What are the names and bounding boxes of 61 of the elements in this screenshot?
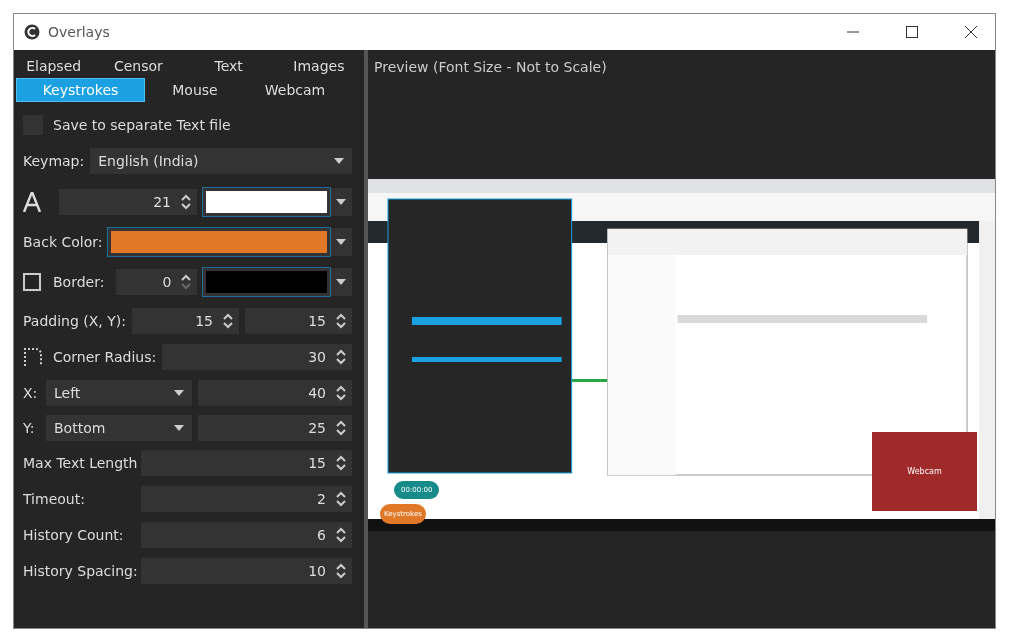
dropdown[interactable]: Bottom <box>46 415 192 441</box>
spinner-arrows-icon[interactable] <box>181 273 192 291</box>
spinner-arrows-icon[interactable] <box>336 526 346 544</box>
app-logo-icon <box>24 24 40 40</box>
number-spinner[interactable]: 21 <box>59 189 197 215</box>
field-label: Y: <box>23 420 36 436</box>
number-spinner[interactable]: 6 <box>141 522 352 548</box>
number-spinner[interactable]: 25 <box>198 415 352 441</box>
spinner-arrows-icon[interactable] <box>336 419 346 437</box>
close-icon[interactable] <box>965 26 977 38</box>
caret-icon <box>174 425 184 431</box>
tab[interactable]: Text <box>183 54 274 78</box>
tab[interactable]: Images <box>273 54 364 78</box>
number-spinner[interactable]: 2 <box>141 486 352 512</box>
font-size-icon <box>23 192 41 212</box>
tab[interactable]: Webcam <box>245 78 345 102</box>
field-label: Keymap: <box>23 153 85 169</box>
spinner-arrows-icon[interactable] <box>336 454 346 472</box>
number-spinner[interactable]: 40 <box>198 380 352 406</box>
spinner-arrows-icon[interactable] <box>336 384 346 402</box>
field-label: Max Text Length <box>23 455 135 471</box>
field-label: History Count: <box>23 527 125 543</box>
tab[interactable]: Elapsed <box>14 54 94 78</box>
field-label: Timeout: <box>23 491 86 507</box>
color-picker[interactable] <box>203 188 352 216</box>
webcam-box: Webcam <box>872 432 977 511</box>
spinner-arrows-icon[interactable] <box>181 193 191 211</box>
caret-icon <box>336 279 346 285</box>
caret-icon <box>174 390 184 396</box>
color-picker[interactable] <box>203 268 352 296</box>
number-spinner[interactable]: 10 <box>141 558 352 584</box>
number-spinner[interactable]: 15 <box>141 450 352 476</box>
number-spinner[interactable]: 30 <box>162 344 352 370</box>
dropdown[interactable]: Left <box>46 380 192 406</box>
spinner-arrows-icon[interactable] <box>336 312 346 330</box>
maximize-icon[interactable] <box>906 26 918 38</box>
caret-icon <box>334 158 344 164</box>
field-label: X: <box>23 385 39 401</box>
window-title: Overlays <box>48 24 110 40</box>
caret-icon <box>336 199 346 205</box>
spinner-arrows-icon[interactable] <box>223 312 233 330</box>
field-label: Corner Radius: <box>53 349 157 365</box>
field-label: Padding (X, Y): <box>23 313 126 329</box>
number-spinner[interactable]: 15 <box>131 308 239 334</box>
preview-title: Preview (Font Size - Not to Scale) <box>373 58 608 77</box>
checkbox-label: Save to separate Text file <box>53 117 231 133</box>
dropdown[interactable]: English (India) <box>90 148 352 174</box>
spinner-arrows-icon[interactable] <box>336 490 346 508</box>
number-spinner[interactable]: 0 <box>116 269 198 295</box>
tab[interactable]: Censor <box>93 54 184 78</box>
field-label: Back Color: <box>23 234 103 250</box>
field-label: Border: <box>53 274 105 290</box>
tab[interactable]: Mouse <box>145 78 245 102</box>
checkbox[interactable] <box>23 273 41 291</box>
color-picker[interactable] <box>108 228 352 256</box>
spinner-arrows-icon[interactable] <box>336 348 346 366</box>
field-label: History Spacing: <box>23 563 135 579</box>
spinner-arrows-icon[interactable] <box>336 562 346 580</box>
number-spinner[interactable]: 15 <box>245 308 352 334</box>
corner-radius-icon <box>23 347 43 367</box>
caret-icon <box>336 239 346 245</box>
